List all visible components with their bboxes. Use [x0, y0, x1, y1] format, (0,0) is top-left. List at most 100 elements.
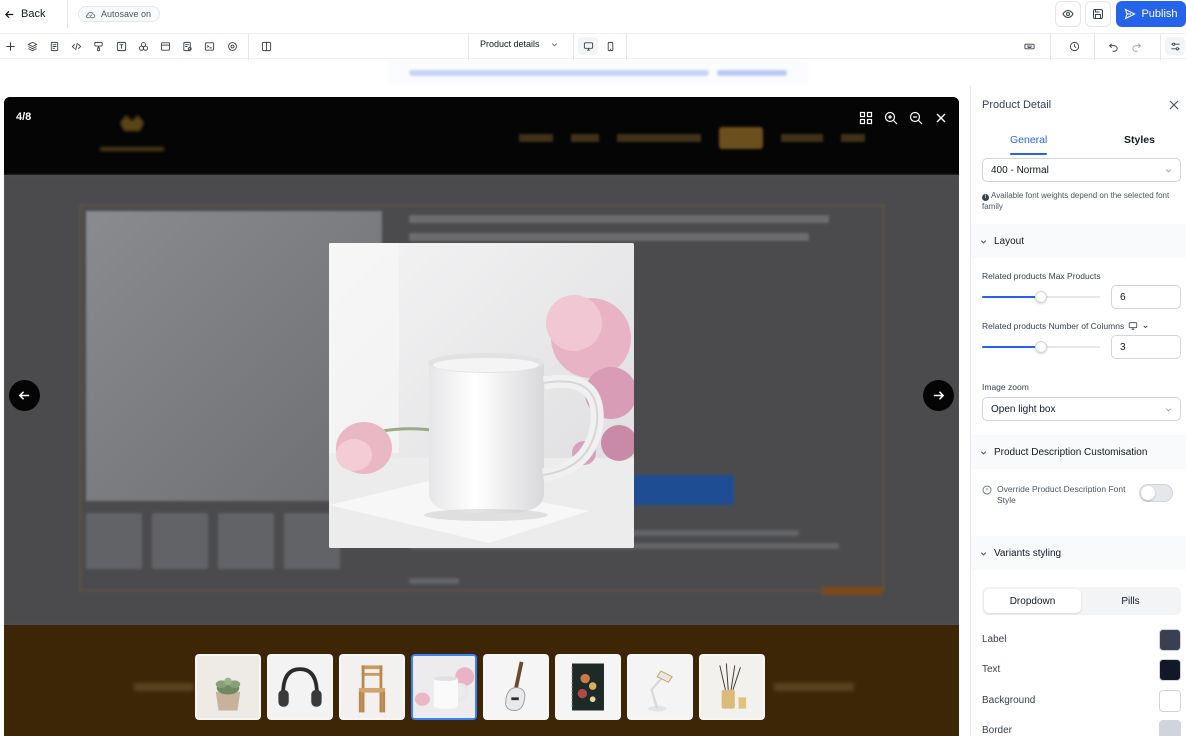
font-weight-select[interactable]: 400 - Normal: [982, 158, 1181, 182]
shapes-button[interactable]: [136, 39, 150, 53]
arrow-left-icon: [4, 10, 14, 18]
max-products-slider[interactable]: [982, 291, 1100, 303]
variant-pills-option[interactable]: Pills: [1082, 589, 1179, 613]
thumbnail-chair[interactable]: [339, 654, 405, 720]
undo-button[interactable]: [1106, 39, 1120, 53]
paint-button[interactable]: [91, 39, 105, 53]
toolbar-divider: [1050, 34, 1051, 60]
lightbox-zoom-out-button[interactable]: [907, 109, 925, 127]
form-button[interactable]: [180, 39, 194, 53]
thumbnail-guitar[interactable]: [483, 654, 549, 720]
lightbox-next-button[interactable]: [923, 380, 954, 411]
num-columns-value: 3: [1120, 341, 1126, 353]
history-button[interactable]: [1067, 39, 1081, 53]
lightbox-zoom-in-button[interactable]: [882, 109, 900, 127]
chevron-down-icon: [1165, 169, 1172, 173]
label-color-label: Label: [982, 634, 1007, 645]
tab-general[interactable]: General: [1010, 134, 1047, 146]
border-color-swatch[interactable]: [1159, 720, 1181, 736]
max-products-slider-fill: [982, 296, 1041, 298]
code-button[interactable]: [69, 39, 83, 53]
split-view-button[interactable]: [259, 39, 273, 53]
divider: [67, 0, 68, 28]
add-element-button[interactable]: [3, 39, 17, 53]
save-button[interactable]: [1085, 1, 1111, 27]
max-products-input[interactable]: 6: [1111, 285, 1181, 309]
num-columns-label-text: Related products Number of Columns: [982, 321, 1125, 331]
section-button[interactable]: [158, 39, 172, 53]
chevron-down-icon[interactable]: [1142, 323, 1149, 330]
num-columns-slider[interactable]: [982, 341, 1100, 353]
thumbnail-diffuser[interactable]: [699, 654, 765, 720]
lightbox-close-button[interactable]: [932, 109, 950, 127]
add-to-cart-placeholder: [624, 475, 734, 505]
zoom-in-icon: [884, 111, 898, 125]
override-font-label: Override Product Description Font Style: [997, 484, 1126, 505]
image-zoom-label: Image zoom: [982, 382, 1029, 392]
chevron-down-icon: [1165, 408, 1172, 412]
image-zoom-select[interactable]: Open light box: [982, 397, 1181, 421]
eye-icon: [1062, 9, 1074, 19]
num-columns-input[interactable]: 3: [1111, 335, 1181, 359]
thumbnail-lamp[interactable]: [627, 654, 693, 720]
settings-icon: [227, 41, 237, 51]
toolbar-divider: [573, 34, 574, 60]
publish-button[interactable]: Publish: [1116, 1, 1186, 27]
preview-button[interactable]: [1055, 1, 1081, 27]
desktop-icon[interactable]: [1128, 321, 1138, 331]
thumbnail-notebook[interactable]: [555, 654, 621, 720]
desktop-view-button[interactable]: [578, 37, 598, 55]
grid-icon: [859, 111, 873, 125]
page-select[interactable]: Product details: [480, 39, 559, 49]
pages-button[interactable]: [47, 39, 61, 53]
terminal-icon: [204, 41, 214, 51]
white-mug-image: [329, 243, 634, 548]
redo-button[interactable]: [1129, 39, 1143, 53]
thumbnail-mug[interactable]: [411, 654, 477, 720]
shapes-icon: [138, 41, 148, 51]
back-button[interactable]: Back: [4, 5, 45, 23]
top-bar: Back Autosave on Publish: [0, 0, 1186, 28]
lightbox-image: [329, 243, 634, 548]
variant-dropdown-option[interactable]: Dropdown: [984, 589, 1081, 613]
section-layout-header[interactable]: Layout: [971, 224, 1186, 258]
max-products-label-text: Related products Max Products: [982, 271, 1101, 281]
page-canvas: 4/8: [4, 97, 959, 736]
max-products-slider-handle[interactable]: [1035, 291, 1047, 303]
text-button[interactable]: [114, 39, 128, 53]
cloud-icon: [86, 11, 96, 18]
background-color-swatch[interactable]: [1159, 690, 1181, 712]
text-color-label: Text: [982, 664, 1001, 675]
desktop-icon: [583, 41, 593, 51]
thumbnail-succulent[interactable]: [195, 654, 261, 720]
succulent-plant-icon: [197, 656, 259, 718]
reed-diffuser-icon: [701, 656, 763, 718]
num-columns-label: Related products Number of Columns: [982, 321, 1149, 331]
layers-button[interactable]: [25, 39, 39, 53]
terminal-button[interactable]: [202, 39, 216, 53]
tab-styles[interactable]: Styles: [1124, 134, 1155, 146]
toolbar-divider: [626, 34, 627, 60]
site-header: [4, 97, 959, 175]
product-title-placeholder: [409, 215, 829, 223]
lightbox-grid-button[interactable]: [857, 109, 875, 127]
mobile-view-button[interactable]: [600, 37, 620, 55]
thumbnail-headphones[interactable]: [267, 654, 333, 720]
settings-button[interactable]: [225, 39, 239, 53]
panel-toggle-button[interactable]: [1165, 37, 1185, 55]
text-color-swatch[interactable]: [1159, 659, 1181, 681]
panel-close-button[interactable]: [1168, 98, 1180, 110]
toolbar-divider: [1160, 34, 1161, 60]
autosave-label: Autosave on: [101, 9, 152, 19]
max-products-value: 6: [1120, 291, 1126, 303]
lightbox-prev-button[interactable]: [9, 380, 40, 411]
keyboard-button[interactable]: [1022, 39, 1036, 53]
override-font-toggle[interactable]: [1139, 484, 1173, 502]
font-weight-note-text: Available font weights depend on the sel…: [982, 191, 1170, 211]
section-variants-header[interactable]: Variants styling: [971, 536, 1186, 570]
text-color-row: Text: [982, 659, 1181, 681]
label-color-swatch[interactable]: [1159, 629, 1181, 651]
num-columns-slider-handle[interactable]: [1035, 341, 1047, 353]
section-description-header[interactable]: Product Description Customisation: [971, 435, 1186, 469]
border-color-row: Border: [982, 720, 1181, 736]
